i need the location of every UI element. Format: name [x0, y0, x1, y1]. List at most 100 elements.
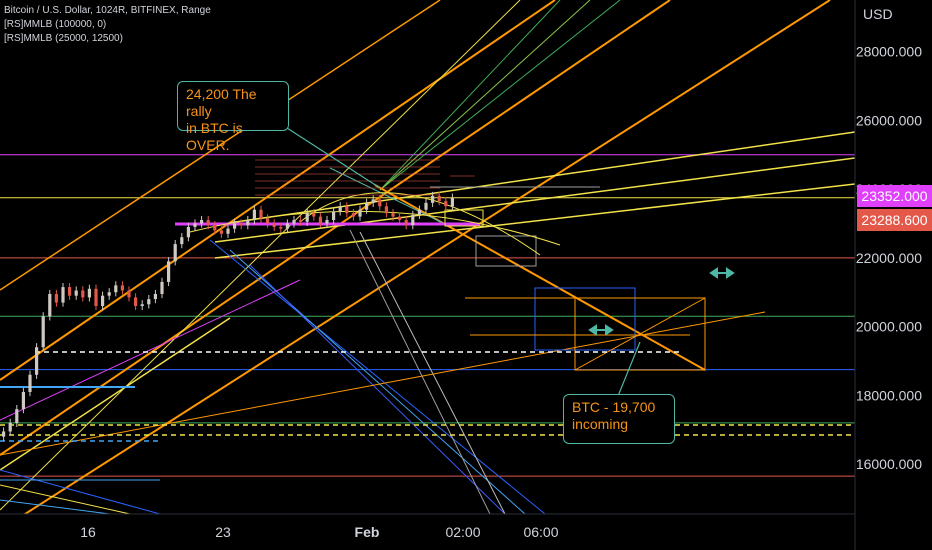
note-line: in BTC is OVER. — [186, 120, 243, 153]
double-arrow-icon — [709, 267, 735, 279]
candle-body — [147, 299, 151, 305]
legend-indicator-2[interactable]: [RS]MMLB (25000, 12500) — [4, 32, 211, 46]
candle-body — [173, 244, 177, 262]
candle-body — [94, 288, 98, 306]
candle-body — [338, 206, 342, 212]
candle-body — [41, 316, 45, 348]
candle-body — [312, 213, 316, 217]
candle-body — [200, 220, 204, 224]
candle-body — [272, 223, 276, 227]
candle-body — [299, 220, 303, 222]
candle-body — [325, 220, 329, 224]
candle-body — [213, 225, 217, 231]
time-axis: 16 23 Feb 02:00 06:00 — [80, 524, 559, 540]
candle-body — [28, 374, 32, 392]
candle-body — [140, 304, 144, 306]
candle-body — [114, 285, 118, 293]
drawing-tools[interactable] — [0, 0, 855, 530]
candle-body — [404, 220, 408, 226]
price-axis: 16000.00018000.00020000.00022000.0002400… — [0, 0, 922, 550]
candle-body — [54, 293, 58, 303]
candle-body — [87, 288, 91, 298]
candle-body — [219, 230, 223, 234]
candle-body — [431, 195, 435, 203]
price-marker-label: 23288.600 — [857, 209, 932, 231]
candle-body — [411, 214, 415, 226]
price-tick-label: 26000.000 — [856, 112, 922, 128]
candle-body — [8, 422, 12, 432]
price-tick-label: 18000.000 — [856, 387, 922, 403]
candle-body — [292, 220, 296, 224]
candle-body — [384, 206, 388, 214]
candle-body — [101, 295, 105, 306]
candle-body — [279, 226, 283, 229]
time-tick-label: 06:00 — [523, 524, 558, 540]
candle-body — [153, 293, 157, 300]
candle-body — [266, 218, 270, 224]
candle-body — [193, 223, 197, 227]
candle-body — [398, 216, 402, 221]
price-chart[interactable]: 16000.00018000.00020000.00022000.0002400… — [0, 0, 932, 550]
note-top-pointer — [286, 127, 381, 189]
note-line: incoming — [572, 416, 629, 432]
candle-body — [107, 292, 111, 296]
candle-body — [358, 209, 362, 217]
candle-body — [239, 223, 243, 226]
candle-body — [167, 261, 171, 282]
legend-indicator-1[interactable]: [RS]MMLB (100000, 0) — [4, 18, 211, 32]
time-tick-label: 23 — [215, 524, 231, 540]
candle-body — [61, 287, 65, 303]
candle-body — [186, 226, 190, 238]
price-tick-label: 28000.000 — [856, 44, 922, 60]
price-tick-label: 22000.000 — [856, 250, 922, 266]
candle-body — [450, 197, 454, 207]
candle-body — [206, 220, 210, 226]
time-tick-label: Feb — [355, 524, 380, 540]
candle-body — [371, 199, 375, 203]
candle-body — [120, 285, 124, 291]
double-arrow-icon — [588, 324, 614, 336]
candle-body — [285, 223, 289, 229]
candle-body — [226, 228, 230, 234]
candle-body — [444, 201, 448, 207]
currency-label[interactable]: USD — [863, 6, 893, 22]
candle-body — [259, 209, 263, 219]
price-tick-label: 16000.000 — [856, 456, 922, 472]
candle-body — [160, 281, 164, 294]
candle-body — [81, 290, 85, 298]
candle-body — [246, 220, 250, 226]
note-btc-incoming[interactable]: BTC - 19,700 incoming — [563, 394, 675, 444]
time-tick-label: 02:00 — [445, 524, 480, 540]
note-rally-over[interactable]: 24,200 The rally in BTC is OVER. — [177, 81, 289, 153]
candle-body — [134, 297, 138, 306]
candle-body — [21, 391, 25, 410]
candle-body — [48, 293, 52, 317]
candle-body — [378, 199, 382, 207]
candle-body — [391, 213, 395, 217]
candle-body — [15, 409, 19, 423]
candle-body — [305, 213, 309, 222]
candle-body — [68, 287, 72, 296]
candle-body — [233, 223, 237, 229]
candle-body — [424, 202, 428, 210]
time-tick-label: 16 — [80, 524, 96, 540]
price-tick-label: 20000.000 — [856, 319, 922, 335]
candle-body — [35, 347, 39, 375]
candle-body — [180, 237, 184, 245]
note-line: 24,200 The rally — [186, 86, 257, 119]
candle-body — [417, 209, 421, 215]
note-line: BTC - 19,700 — [572, 399, 656, 415]
chart-legend: Bitcoin / U.S. Dollar, 1024R, BITFINEX, … — [4, 4, 211, 46]
candle-body — [252, 209, 256, 221]
last-price-label: 23352.000 — [857, 185, 932, 207]
candle-body — [437, 195, 441, 202]
candle-body — [318, 216, 322, 224]
candle-body — [127, 290, 131, 298]
legend-symbol[interactable]: Bitcoin / U.S. Dollar, 1024R, BITFINEX, … — [4, 4, 211, 18]
candle-body — [365, 202, 369, 210]
candle-body — [332, 211, 336, 221]
candle-body — [74, 290, 78, 296]
candle-body — [351, 213, 355, 217]
candle-body — [345, 206, 349, 214]
candle-body — [2, 431, 6, 437]
